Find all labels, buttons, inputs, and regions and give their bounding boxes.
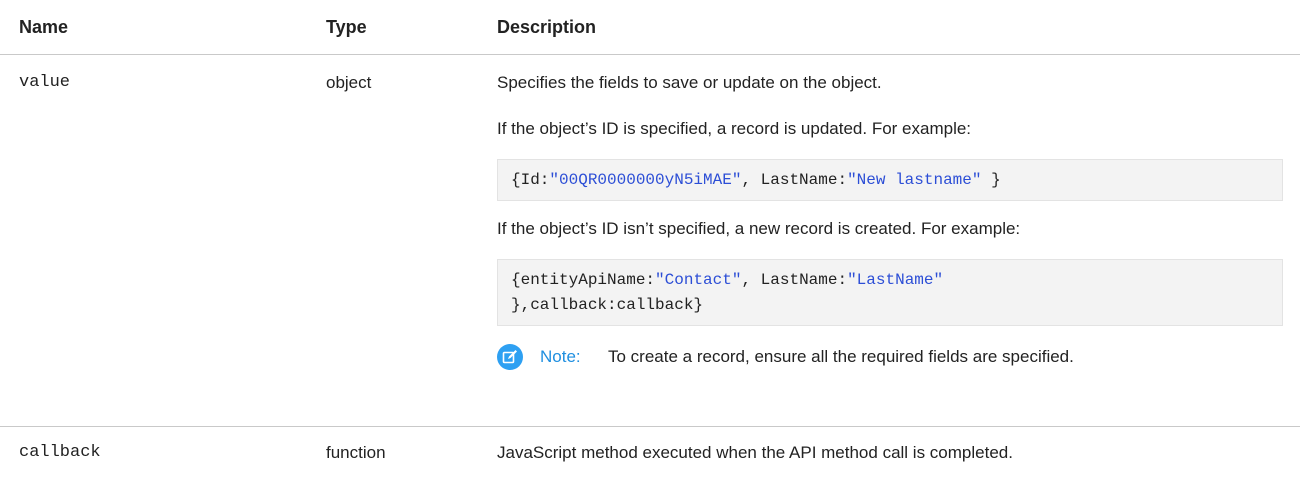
table-header-row: Name Type Description: [0, 0, 1300, 55]
column-header-type: Type: [326, 17, 367, 37]
column-header-name: Name: [19, 17, 69, 37]
column-header-description: Description: [497, 17, 597, 37]
param-description: JavaScript method executed when the API …: [497, 443, 1013, 462]
param-type: function: [326, 443, 386, 462]
param-type: object: [326, 73, 372, 92]
code-example-create: {entityApiName:"Contact", LastName:"Last…: [497, 259, 1283, 326]
param-description-updated: If the object’s ID is specified, a recor…: [497, 119, 972, 138]
param-description: Specifies the fields to save or update o…: [497, 73, 882, 92]
note-edit-icon: [497, 344, 523, 370]
param-name: callback: [19, 443, 101, 462]
parameters-table: Name Type Description value object Speci…: [0, 0, 1300, 479]
code-example-update: {Id:"00QR0000000yN5iMAE", LastName:"New …: [497, 159, 1283, 201]
note-text: To create a record, ensure all the requi…: [608, 347, 1074, 366]
param-description-create: If the object’s ID isn’t specified, a ne…: [497, 219, 1021, 238]
note-label: Note:: [540, 347, 581, 366]
param-name: value: [19, 73, 71, 92]
table-row-callback: callback function JavaScript method exec…: [0, 427, 1300, 479]
table-row-value: value object Specifies the fields to sav…: [0, 55, 1300, 427]
